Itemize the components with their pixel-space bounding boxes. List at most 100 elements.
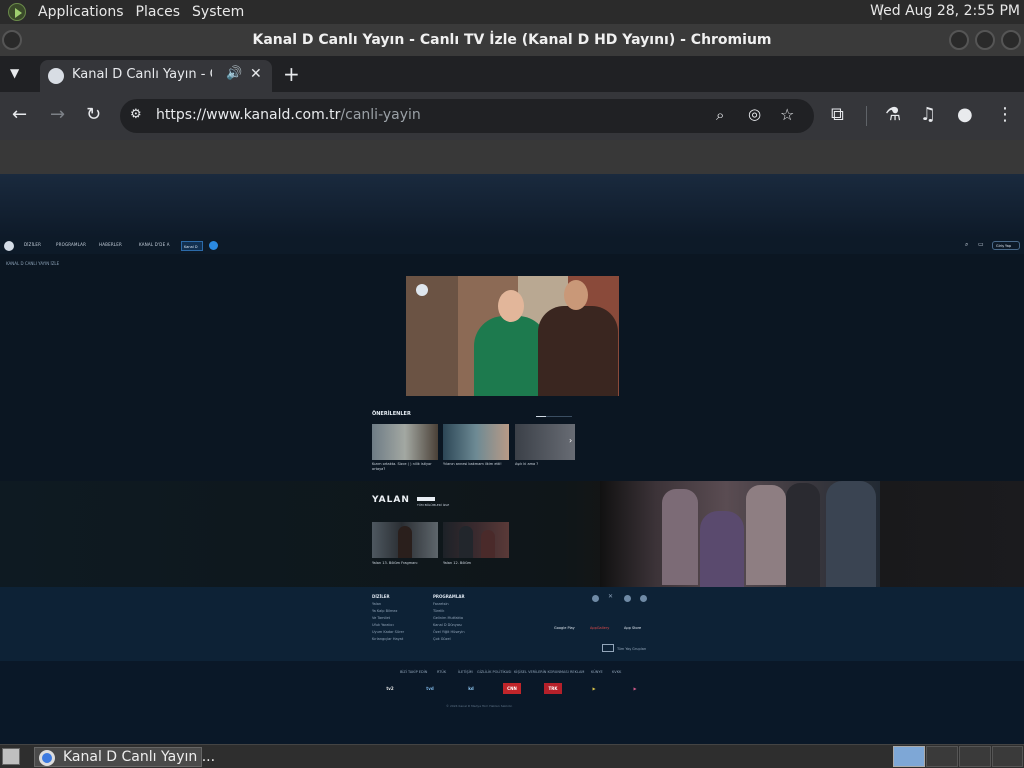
taskbar-window-button[interactable]: Kanal D Canlı Yayın ... xyxy=(34,747,215,767)
footer-link[interactable]: Gelinim Mutfakta xyxy=(433,616,463,620)
cnn-logo-icon[interactable]: CNN xyxy=(503,683,521,694)
gnome-foot-icon[interactable] xyxy=(8,3,26,21)
show-desktop-icon[interactable] xyxy=(2,748,20,765)
maximize-icon[interactable] xyxy=(975,30,995,50)
nav-kanald[interactable]: KANAL D'DE A xyxy=(139,242,170,247)
login-button[interactable]: Giriş Yap xyxy=(992,241,1020,250)
clock[interactable]: Wed Aug 28, 2:55 PM xyxy=(870,3,1020,19)
footer-link[interactable]: Türelik xyxy=(433,609,444,613)
extensions-icon[interactable]: ⧉ xyxy=(831,104,844,126)
youtube-icon[interactable] xyxy=(640,595,647,602)
footer-link[interactable]: Ve Tamilet xyxy=(372,616,390,620)
carousel-next-icon[interactable]: › xyxy=(569,436,572,445)
play-logo-icon[interactable]: ▶ xyxy=(585,683,603,694)
reload-icon[interactable]: ↻ xyxy=(86,104,101,126)
footer-link[interactable]: Ufuk Yaratıcı xyxy=(372,623,394,627)
minimize-icon[interactable] xyxy=(949,30,969,50)
site-search-icon[interactable]: ⌕ xyxy=(965,241,968,249)
recommended-caption[interactable]: Kızım ortakta. Sizce ( ) nilik istiyor o… xyxy=(372,462,438,472)
star-icon[interactable]: ☆ xyxy=(780,105,794,124)
play-live-icon[interactable] xyxy=(209,241,218,250)
nav-diziler[interactable]: DİZİLER xyxy=(24,242,41,247)
tab-search-icon[interactable]: ▼ xyxy=(10,66,19,80)
nav-programlar[interactable]: PROGRAMLAR xyxy=(56,242,86,247)
episode-caption[interactable]: Yalan 13. Bölüm Fragmanı xyxy=(372,561,438,566)
episode-thumb[interactable] xyxy=(372,522,438,558)
footer-bottom-link[interactable]: BİZİ TAKİP EDİN xyxy=(400,670,427,674)
close-window-icon[interactable] xyxy=(1001,30,1021,50)
recommended-thumb[interactable] xyxy=(515,424,575,460)
footer-bottom-link[interactable]: RTÜK xyxy=(437,670,446,674)
page-header-backdrop xyxy=(0,174,1024,244)
menu-icon[interactable]: ⋮ xyxy=(996,104,1014,126)
speaker-icon[interactable]: 🔊 xyxy=(226,66,242,81)
workspace-1[interactable] xyxy=(893,746,925,767)
close-icon[interactable]: ✕ xyxy=(250,66,262,82)
media-icon[interactable]: ♫ xyxy=(920,104,936,126)
site-info-icon[interactable]: ⚙ xyxy=(130,107,142,122)
applications-menu[interactable]: Applications xyxy=(38,4,124,20)
appgallery-link[interactable]: AppGallery xyxy=(590,626,609,634)
show-title[interactable]: YALAN xyxy=(372,495,410,505)
forward-icon[interactable]: → xyxy=(50,104,65,126)
page-viewport[interactable]: DİZİLER PROGRAMLAR HABERLER KANAL D'DE A… xyxy=(0,140,1024,744)
tab-kanald[interactable]: Kanal D Canlı Yayın - Canlı TV İzle (Kan… xyxy=(40,60,272,92)
instagram-icon[interactable] xyxy=(624,595,631,602)
breadcrumb[interactable]: KANAL D CANLI YAYIN İZLE xyxy=(6,261,59,266)
recommended-caption[interactable]: Yılanın annesi bakmam ilkim etti! xyxy=(443,462,509,467)
stream-logo-icon[interactable]: ▶ xyxy=(626,683,644,694)
facebook-icon[interactable] xyxy=(592,595,599,602)
tv2-logo-icon[interactable]: tv2 xyxy=(381,683,399,694)
places-menu[interactable]: Places xyxy=(136,4,181,20)
workspace-3[interactable] xyxy=(959,746,991,767)
kanald-logo-icon[interactable] xyxy=(4,241,14,251)
google-play-link[interactable]: Google Play xyxy=(554,626,575,634)
footer-link[interactable]: Çok Güzel xyxy=(433,637,451,641)
zoom-icon[interactable]: ⌕ xyxy=(716,106,724,124)
x-icon[interactable]: ✕ xyxy=(608,593,615,600)
footer-bottom-link[interactable]: KİŞİSEL VERİLERİN KORUNMASI xyxy=(514,670,569,674)
footer-link[interactable]: Uyum Kadar Sürer xyxy=(372,630,404,634)
copyright: © 2024 Kanal D Medya Tüm Hakları Saklıdı… xyxy=(446,704,513,708)
workspace-2[interactable] xyxy=(926,746,958,767)
tab-title: Kanal D Canlı Yayın - Canlı TV İzle (Kan… xyxy=(72,67,212,82)
footer-link[interactable]: Yalan xyxy=(372,602,381,606)
tvd-logo-icon[interactable]: tvd xyxy=(421,683,439,694)
footer-link[interactable]: Ya Kalp Bilmez xyxy=(372,609,397,613)
nav-haberler[interactable]: HABERLER xyxy=(99,242,122,247)
back-icon[interactable]: ← xyxy=(12,104,27,126)
footer-bottom-link[interactable]: KVKK xyxy=(612,670,621,674)
site-header: DİZİLER PROGRAMLAR HABERLER KANAL D'DE A… xyxy=(0,238,1024,254)
footer-bottom-link[interactable]: GİZLİLİK POLİTİKASI xyxy=(477,670,511,674)
footer-link[interactable]: Özel Yiğit Hüseyin xyxy=(433,630,465,634)
recommended-caption[interactable]: Aşık ki ama ? xyxy=(515,462,563,467)
live-video-player[interactable] xyxy=(406,276,619,396)
footer-bottom-link[interactable]: İLETİŞİM xyxy=(458,670,473,674)
episode-caption[interactable]: Yalan 12. Bölüm xyxy=(443,561,509,566)
profile-icon[interactable]: ● xyxy=(957,104,973,126)
site-cast-icon[interactable]: ▭ xyxy=(978,241,984,248)
plus-icon[interactable]: + xyxy=(283,62,300,86)
system-menu[interactable]: System xyxy=(192,4,244,20)
turk-logo-icon[interactable]: TRK xyxy=(544,683,562,694)
labs-icon[interactable]: ⚗ xyxy=(885,104,901,126)
footer-link[interactable]: Kanal D Dünyası xyxy=(433,623,462,627)
show-badge[interactable]: TÜM BÖLÜMLERİ İZLE xyxy=(417,503,449,507)
recommended-thumb[interactable] xyxy=(443,424,509,460)
window-titlebar[interactable]: Kanal D Canlı Yayın - Canlı TV İzle (Kan… xyxy=(0,24,1024,56)
eye-off-icon[interactable]: ◎ xyxy=(748,105,761,123)
window-menu-icon[interactable] xyxy=(2,30,22,50)
footer-link[interactable]: Farzetsin xyxy=(433,602,449,606)
app-store-link[interactable]: App Store xyxy=(624,626,641,634)
footer-bottom-link[interactable]: KÜNYE xyxy=(591,670,603,674)
footer-bottom-link[interactable]: REKLAM xyxy=(570,670,584,674)
url-text[interactable]: https://www.kanald.com.tr/canli-yayin xyxy=(156,107,421,123)
kanald-channel-logo-icon[interactable]: kd xyxy=(462,683,480,694)
live-label: Kanal D xyxy=(184,245,198,249)
workspace-4[interactable] xyxy=(992,746,1023,767)
footer-link[interactable]: Kırlangıçlar Hayat xyxy=(372,637,403,641)
address-bar[interactable]: ⚙ https://www.kanald.com.tr/canli-yayin … xyxy=(120,99,814,133)
episode-thumb[interactable] xyxy=(443,522,509,558)
live-badge[interactable]: Kanal D xyxy=(181,241,203,251)
recommended-thumb[interactable] xyxy=(372,424,438,460)
